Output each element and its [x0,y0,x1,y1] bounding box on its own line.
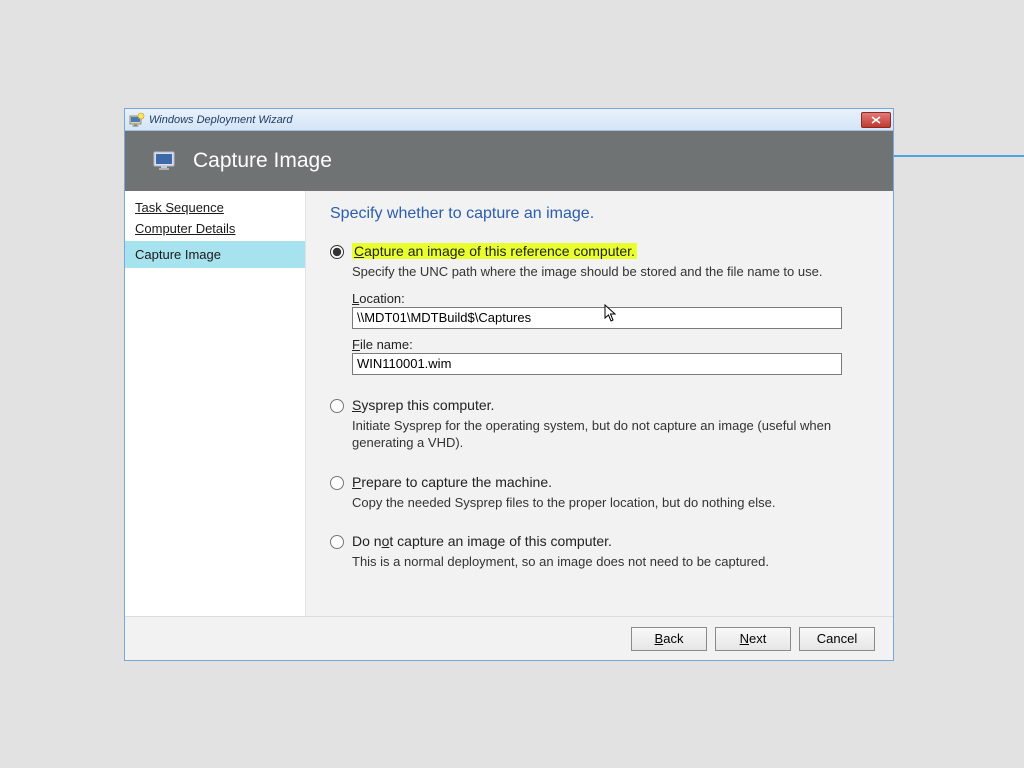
option-sysprep: Sysprep this computer. Initiate Sysprep … [330,397,869,452]
option-prepare-row[interactable]: Prepare to capture the machine. [330,474,869,490]
option-donot-desc: This is a normal deployment, so an image… [352,553,842,571]
radio-prepare[interactable] [330,476,344,490]
sidebar-item-capture-image[interactable]: Capture Image [125,241,305,268]
cancel-button[interactable]: Cancel [799,627,875,651]
option-sysprep-desc: Initiate Sysprep for the operating syste… [352,417,842,452]
option-prepare-desc: Copy the needed Sysprep files to the pro… [352,494,842,512]
location-input[interactable] [352,307,842,329]
option-capture-row[interactable]: Capture an image of this reference compu… [330,243,869,259]
monitor-icon [153,150,179,172]
filename-input[interactable] [352,353,842,375]
page-heading: Specify whether to capture an image. [330,205,869,223]
option-capture-label: Capture an image of this reference compu… [352,243,637,259]
capture-fields: Location: File name: [352,291,869,375]
next-button[interactable]: Next [715,627,791,651]
wizard-body: Task Sequence Computer Details Capture I… [125,191,893,616]
content-pane: Specify whether to capture an image. Cap… [306,191,893,616]
filename-label: File name: [352,337,869,352]
titlebar: Windows Deployment Wizard [125,109,893,131]
radio-sysprep[interactable] [330,399,344,413]
option-capture: Capture an image of this reference compu… [330,243,869,375]
sidebar-item-task-sequence[interactable]: Task Sequence [125,197,305,218]
footer: Back Next Cancel [125,616,893,660]
option-sysprep-label: Sysprep this computer. [352,397,494,413]
option-donot-label: Do not capture an image of this computer… [352,533,612,549]
back-button[interactable]: Back [631,627,707,651]
sidebar-item-computer-details[interactable]: Computer Details [125,218,305,239]
option-prepare: Prepare to capture the machine. Copy the… [330,474,869,512]
radio-donot[interactable] [330,535,344,549]
window-title: Windows Deployment Wizard [149,114,861,126]
option-donot-row[interactable]: Do not capture an image of this computer… [330,533,869,549]
option-capture-desc: Specify the UNC path where the image sho… [352,263,842,281]
location-label: Location: [352,291,869,306]
radio-capture[interactable] [330,245,344,259]
option-sysprep-row[interactable]: Sysprep this computer. [330,397,869,413]
sidebar: Task Sequence Computer Details Capture I… [125,191,306,616]
option-donot: Do not capture an image of this computer… [330,533,869,571]
banner: Capture Image [125,131,893,191]
option-prepare-label: Prepare to capture the machine. [352,474,552,490]
app-icon [129,112,145,128]
wizard-window: Windows Deployment Wizard Capture Image … [124,108,894,661]
close-button[interactable] [861,112,891,128]
banner-title: Capture Image [193,149,332,173]
decorative-line [894,155,1024,157]
